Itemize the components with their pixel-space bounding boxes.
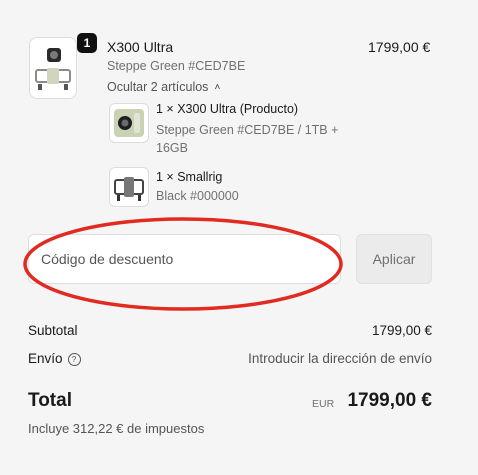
total-label: Total xyxy=(28,390,72,411)
product-title: X300 Ultra xyxy=(107,39,174,55)
camera-rig-image xyxy=(35,48,71,90)
shipping-value: Introducir la dirección de envío xyxy=(248,351,432,366)
product-variant: Steppe Green #CED7BE xyxy=(107,59,246,73)
currency-code: EUR xyxy=(312,398,335,410)
bundle-item-thumbnail xyxy=(109,167,149,207)
bundle-item-title: 1 × X300 Ultra (Producto) xyxy=(156,102,299,116)
rig-cage-image xyxy=(114,177,144,201)
bundle-item-variant: Steppe Green #CED7BE / 1TB + 16GB xyxy=(156,123,339,155)
total-value: 1799,00 € xyxy=(347,390,432,411)
bundle-item-variant: Black #000000 xyxy=(156,189,239,203)
product-price: 1799,00 € xyxy=(368,39,431,55)
quantity-badge: 1 xyxy=(77,33,97,53)
chevron-up-icon: ˄ xyxy=(214,81,221,93)
subtotal-value: 1799,00 € xyxy=(371,323,432,338)
product-thumbnail xyxy=(29,37,77,99)
subtotal-label: Subtotal xyxy=(28,323,78,338)
shipping-label: Envío xyxy=(28,351,63,366)
hide-items-toggle[interactable]: Ocultar 2 artículos ˄ xyxy=(107,80,220,94)
bundle-item-thumbnail xyxy=(109,103,149,143)
shipping-label-row: Envío? xyxy=(28,351,81,366)
bundle-item-title: 1 × Smallrig xyxy=(156,170,223,184)
phone-image xyxy=(114,109,144,137)
apply-discount-button[interactable]: Aplicar xyxy=(356,234,432,284)
tax-note: Incluye 312,22 € de impuestos xyxy=(28,421,205,436)
help-icon[interactable]: ? xyxy=(67,353,81,366)
discount-code-input[interactable] xyxy=(28,234,341,284)
toggle-label: Ocultar 2 artículos xyxy=(107,80,209,94)
